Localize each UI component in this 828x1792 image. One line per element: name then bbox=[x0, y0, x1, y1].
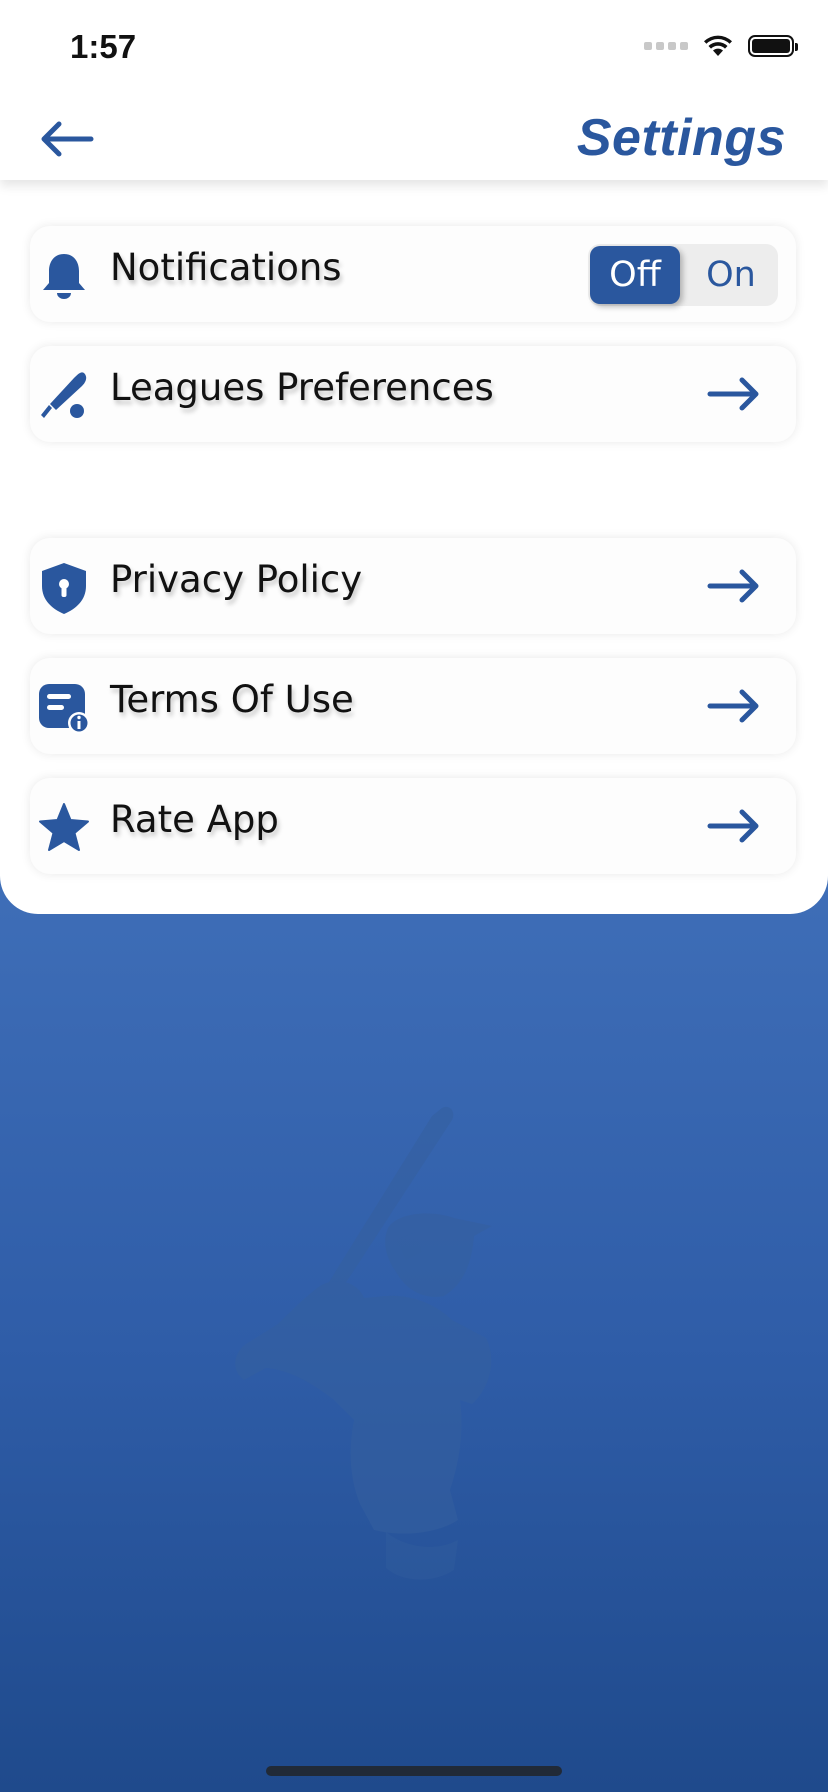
baseball-batter-watermark bbox=[235, 1106, 492, 1580]
baseball-bat-icon bbox=[36, 368, 92, 424]
arrow-left-icon bbox=[41, 121, 94, 157]
cellular-signal-icon bbox=[644, 42, 688, 50]
battery-icon bbox=[748, 35, 798, 57]
notifications-toggle[interactable]: Off On bbox=[588, 244, 778, 306]
status-time: 1:57 bbox=[70, 28, 137, 65]
terms-of-use-row[interactable]: Terms Of Use bbox=[30, 658, 796, 754]
terms-of-use-label: Terms Of Use bbox=[110, 678, 354, 721]
privacy-policy-label: Privacy Policy bbox=[110, 558, 363, 601]
shield-icon bbox=[36, 560, 92, 616]
wifi-icon bbox=[704, 35, 732, 56]
page-title: Settings bbox=[576, 109, 786, 167]
header: Settings bbox=[0, 100, 828, 180]
leagues-preferences-row[interactable]: Leagues Preferences bbox=[30, 346, 796, 442]
bell-icon bbox=[36, 248, 92, 304]
settings-panel: Notifications Off On Leagues Preferences bbox=[0, 176, 828, 914]
leagues-preferences-label: Leagues Preferences bbox=[110, 366, 494, 409]
privacy-policy-row[interactable]: Privacy Policy bbox=[30, 538, 796, 634]
toggle-on-option[interactable]: On bbox=[686, 246, 776, 304]
status-icons bbox=[644, 34, 798, 58]
home-indicator[interactable] bbox=[266, 1766, 562, 1776]
toggle-off-option[interactable]: Off bbox=[590, 246, 680, 304]
status-bar: 1:57 bbox=[0, 0, 828, 100]
star-icon bbox=[36, 800, 92, 856]
rate-app-row[interactable]: Rate App bbox=[30, 778, 796, 874]
rate-app-label: Rate App bbox=[110, 798, 279, 841]
arrow-right-icon bbox=[707, 569, 759, 603]
document-info-icon bbox=[36, 680, 92, 736]
notifications-label: Notifications bbox=[110, 246, 342, 289]
back-button[interactable] bbox=[38, 114, 96, 164]
arrow-right-icon bbox=[707, 689, 759, 723]
notifications-row: Notifications Off On bbox=[30, 226, 796, 322]
arrow-right-icon bbox=[707, 809, 759, 843]
arrow-right-icon bbox=[707, 377, 759, 411]
